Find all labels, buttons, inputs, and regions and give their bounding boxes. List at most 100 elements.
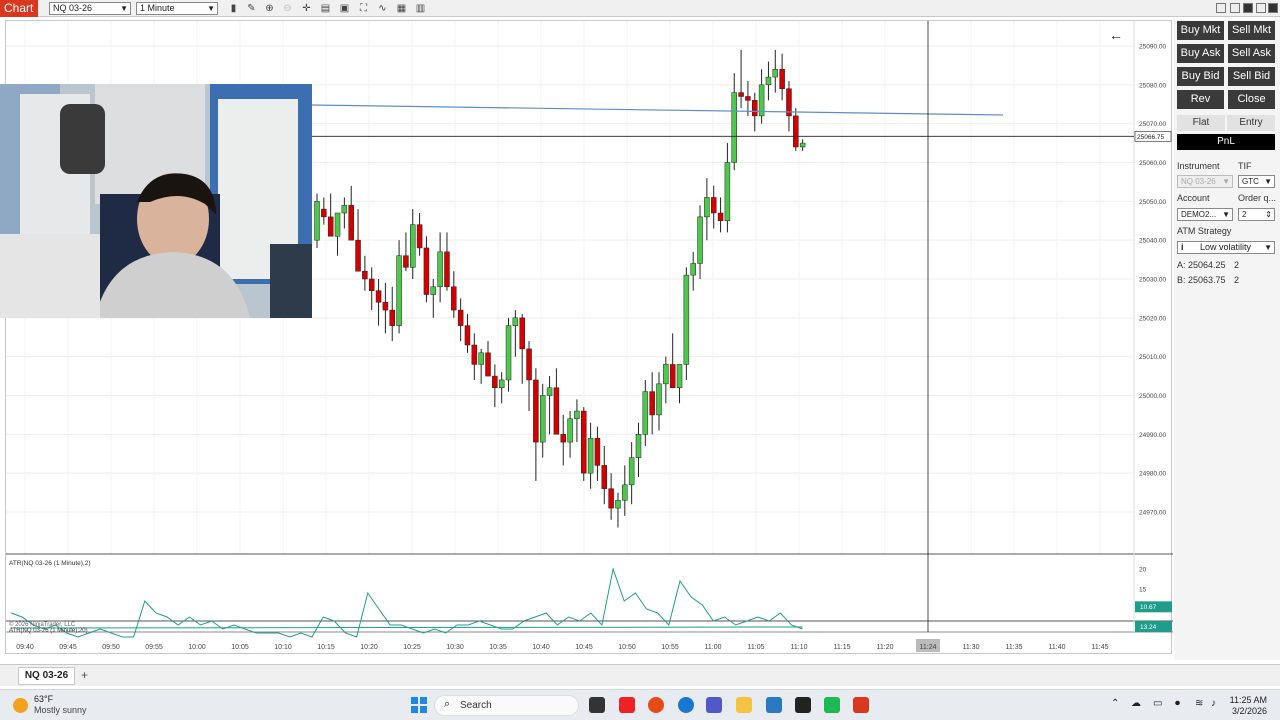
file-explorer-icon[interactable]: [736, 697, 752, 713]
candle-down: [389, 309, 395, 326]
candle-up: [410, 224, 416, 268]
photos-icon[interactable]: [648, 697, 664, 713]
candle-up: [498, 379, 505, 388]
indicators-icon[interactable]: ∿: [376, 2, 389, 15]
task-view-icon[interactable]: [589, 697, 605, 713]
tif-select[interactable]: GTC ▼: [1238, 175, 1275, 188]
close-icon[interactable]: [1268, 3, 1278, 13]
tab-entry[interactable]: Entry: [1227, 115, 1275, 131]
weather-desc[interactable]: Mostly sunny: [34, 705, 87, 715]
crosshair-icon[interactable]: ✛: [300, 2, 313, 15]
time-axis-label: 09:55: [145, 644, 163, 651]
webcam-image: [0, 84, 312, 318]
time-axis-label: 11:10: [791, 644, 808, 651]
zoom-in-icon[interactable]: ⊕: [263, 2, 276, 15]
candle-down: [779, 69, 785, 89]
ninjatrader-icon[interactable]: [853, 697, 869, 713]
bar-type-icon[interactable]: ▮: [227, 2, 240, 15]
chart-trader-icon[interactable]: ▥: [414, 2, 427, 15]
weather-temp[interactable]: 63°F: [34, 694, 53, 704]
add-tab-button[interactable]: +: [78, 668, 91, 682]
price-axis-label: 25080.00: [1139, 82, 1166, 89]
draw-pencil-icon[interactable]: ✎: [245, 2, 258, 15]
data-box-icon[interactable]: ▣: [338, 2, 351, 15]
minimize-icon[interactable]: [1230, 3, 1240, 13]
taskbar-search[interactable]: ⌕ Search: [434, 695, 579, 716]
search-icon: ⌕: [444, 698, 451, 710]
microphone-icon[interactable]: ⏺: [1175, 698, 1180, 709]
buy-ask-button[interactable]: Buy Ask: [1177, 44, 1224, 63]
candle-down: [745, 96, 751, 101]
candle-down: [403, 255, 409, 268]
info-icon: i: [1181, 242, 1184, 252]
ask-size: 2: [1234, 260, 1240, 270]
last-price-label: 25066.75: [1137, 134, 1164, 141]
close-position-button[interactable]: Close: [1228, 90, 1275, 109]
spotify-icon[interactable]: [824, 697, 840, 713]
battery-icon[interactable]: ▭: [1153, 698, 1162, 709]
maximize-icon[interactable]: [1256, 3, 1266, 13]
volume-icon[interactable]: ♪: [1211, 698, 1216, 709]
candle-up: [615, 500, 621, 509]
zoom-out-icon[interactable]: ⊖: [281, 2, 294, 15]
sell-market-button[interactable]: Sell Mkt: [1228, 21, 1275, 40]
wifi-icon[interactable]: ≋: [1195, 698, 1203, 709]
instrument-selector-value: NQ 03-26: [53, 3, 93, 13]
app-icon[interactable]: [795, 697, 811, 713]
instrument-select[interactable]: NQ 03-26 ▼: [1177, 175, 1233, 188]
mail-icon[interactable]: [766, 697, 782, 713]
atr20-value-label: 13.24: [1140, 624, 1157, 631]
back-arrow-icon[interactable]: ←: [1109, 27, 1123, 43]
candle-up: [314, 201, 320, 241]
candle-up: [587, 437, 594, 474]
taskbar-time[interactable]: 11:25 AM: [1225, 695, 1267, 705]
time-axis-label: 10:15: [317, 644, 335, 651]
candle-down: [608, 488, 614, 509]
candle-up: [574, 410, 580, 420]
candle-down: [321, 208, 327, 218]
weather-sun-icon[interactable]: [13, 698, 28, 713]
tab-flat[interactable]: Flat: [1177, 115, 1225, 131]
atm-strategy-select[interactable]: i Low volatility ▼: [1177, 241, 1275, 254]
candle-up: [567, 418, 573, 443]
candle-down: [519, 317, 525, 350]
price-axis-label: 25040.00: [1139, 238, 1166, 245]
candle-down: [327, 216, 334, 237]
properties-icon[interactable]: ▤: [319, 2, 332, 15]
bid-price: 25063.75: [1188, 275, 1226, 285]
pin-icon[interactable]: [1243, 3, 1253, 13]
buy-bid-button[interactable]: Buy Bid: [1177, 67, 1224, 86]
time-axis-label: 09:40: [16, 644, 34, 651]
candle-up: [690, 263, 696, 276]
drawn-trend-line[interactable]: [311, 104, 1004, 116]
taskbar-date[interactable]: 3/2/2026: [1225, 706, 1267, 716]
teams-icon[interactable]: [706, 697, 722, 713]
strategies-icon[interactable]: ▦: [395, 2, 408, 15]
sell-ask-button[interactable]: Sell Ask: [1228, 44, 1275, 63]
order-qty-stepper[interactable]: 2 ⇕: [1238, 208, 1275, 221]
candle-up: [628, 457, 635, 486]
scale-icon[interactable]: ⛶: [357, 2, 370, 15]
buy-market-button[interactable]: Buy Mkt: [1177, 21, 1224, 40]
youtube-icon[interactable]: [619, 697, 635, 713]
time-axis-label: 11:05: [748, 644, 765, 651]
chart-window-tab[interactable]: Chart: [0, 0, 38, 17]
reverse-button[interactable]: Rev: [1177, 90, 1224, 109]
price-axis-label: 25000.00: [1139, 393, 1166, 400]
windows-start-icon[interactable]: [411, 697, 427, 713]
candle-up: [635, 434, 642, 458]
window-menu-icon[interactable]: [1216, 3, 1226, 13]
instrument-label: Instrument: [1177, 161, 1220, 171]
candle-up: [697, 216, 703, 264]
tab-nq-03-26[interactable]: NQ 03-26: [18, 667, 75, 685]
edge-icon[interactable]: [678, 697, 694, 713]
instrument-selector[interactable]: NQ 03-26 ▼: [49, 2, 131, 15]
account-select[interactable]: DEMO2... ▼: [1177, 208, 1233, 221]
stepper-arrows-icon[interactable]: ⇕: [1265, 209, 1272, 220]
chevron-up-icon[interactable]: ⌃: [1111, 698, 1119, 709]
sell-bid-button[interactable]: Sell Bid: [1228, 67, 1275, 86]
interval-selector[interactable]: 1 Minute ▼: [136, 2, 218, 15]
time-axis-label: 11:40: [1049, 644, 1066, 651]
price-axis-label: 24990.00: [1139, 432, 1166, 439]
cloud-icon[interactable]: ☁: [1131, 698, 1141, 709]
